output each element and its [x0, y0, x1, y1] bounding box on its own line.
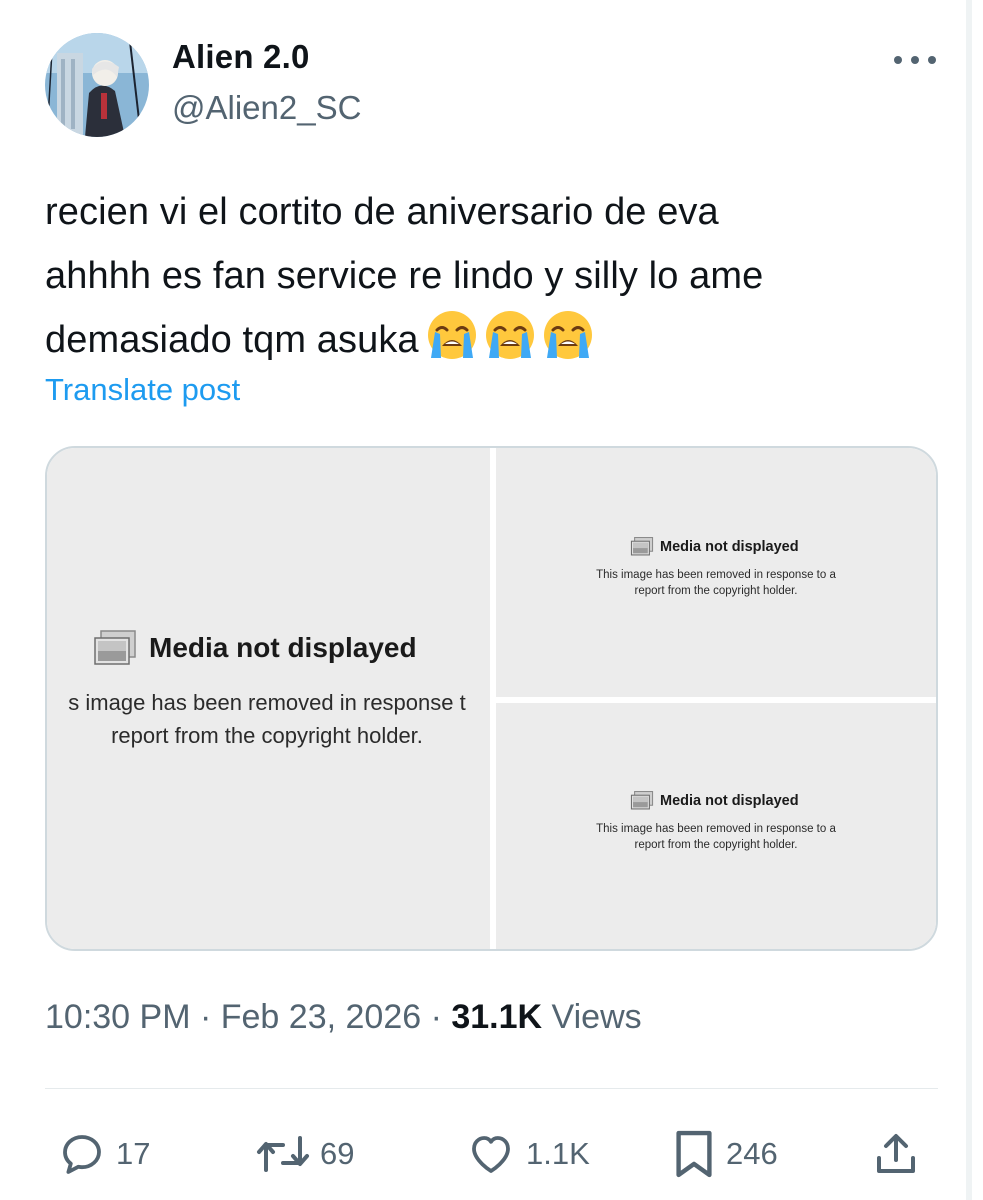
dot: [911, 56, 919, 64]
more-options-icon[interactable]: [890, 46, 940, 74]
image-placeholder-icon: [94, 630, 136, 665]
tweet-text: recien vi el cortito de aniversario de e…: [45, 180, 925, 372]
share-button[interactable]: [872, 1124, 920, 1184]
meta-separator: ·: [421, 998, 452, 1036]
bookmark-count: 246: [726, 1136, 778, 1171]
share-icon: [877, 1134, 915, 1173]
like-button[interactable]: 1.1K: [466, 1124, 590, 1184]
tweet-meta: 10:30 PM · Feb 23, 2026 · 31.1K Views: [45, 998, 642, 1037]
translate-post-link[interactable]: Translate post: [45, 372, 240, 408]
media-grid: Media not displayed s image has been rem…: [45, 446, 938, 951]
loudly-crying-face-icon: [485, 311, 534, 359]
repost-icon: [257, 1136, 309, 1172]
reply-count: 17: [116, 1136, 151, 1171]
dot: [894, 56, 902, 64]
emoji-group: [425, 308, 595, 362]
media-title-text: Media not displayed: [660, 792, 799, 809]
image-placeholder-icon: [630, 791, 654, 810]
media-not-displayed-title: Media not displayed: [630, 537, 799, 556]
right-border: [966, 0, 972, 1200]
bookmark-icon: [676, 1130, 712, 1178]
avatar-image: [45, 33, 149, 137]
loudly-crying-face-icon: [543, 311, 592, 359]
bookmark-button[interactable]: 246: [672, 1124, 778, 1184]
media-removed-message: This image has been removed in response …: [596, 569, 836, 597]
media-tile-2[interactable]: Media not displayed This image has been …: [496, 448, 936, 697]
reply-icon: [63, 1135, 101, 1174]
media-title-text: Media not displayed: [149, 632, 417, 663]
loudly-crying-face-icon: [427, 311, 476, 359]
avatar[interactable]: [45, 33, 149, 137]
display-name[interactable]: Alien 2.0: [172, 38, 310, 76]
tweet-text-content: recien vi el cortito de aniversario de e…: [45, 191, 764, 361]
repost-button[interactable]: 69: [256, 1124, 354, 1184]
media-not-displayed-title: Media not displayed: [630, 791, 799, 810]
media-removed-message: s image has been removed in response t r…: [68, 690, 466, 748]
media-title-text: Media not displayed: [660, 538, 799, 555]
divider: [45, 1088, 938, 1089]
handle[interactable]: @Alien2_SC: [172, 89, 361, 127]
meta-separator: ·: [190, 998, 221, 1036]
repost-count: 69: [320, 1136, 355, 1171]
dot: [928, 56, 936, 64]
reply-button[interactable]: 17: [58, 1124, 150, 1184]
heart-icon: [472, 1136, 510, 1173]
post-date[interactable]: Feb 23, 2026: [221, 998, 421, 1036]
media-tile-1[interactable]: Media not displayed s image has been rem…: [47, 448, 490, 949]
views-label: Views: [551, 998, 642, 1036]
media-removed-message: This image has been removed in response …: [596, 823, 836, 851]
media-not-displayed-title: Media not displayed: [93, 630, 417, 666]
media-tile-3[interactable]: Media not displayed This image has been …: [496, 703, 936, 949]
post-time[interactable]: 10:30 PM: [45, 998, 191, 1036]
views-count[interactable]: 31.1K: [451, 998, 542, 1036]
image-placeholder-icon: [630, 537, 654, 556]
like-count: 1.1K: [526, 1136, 590, 1171]
